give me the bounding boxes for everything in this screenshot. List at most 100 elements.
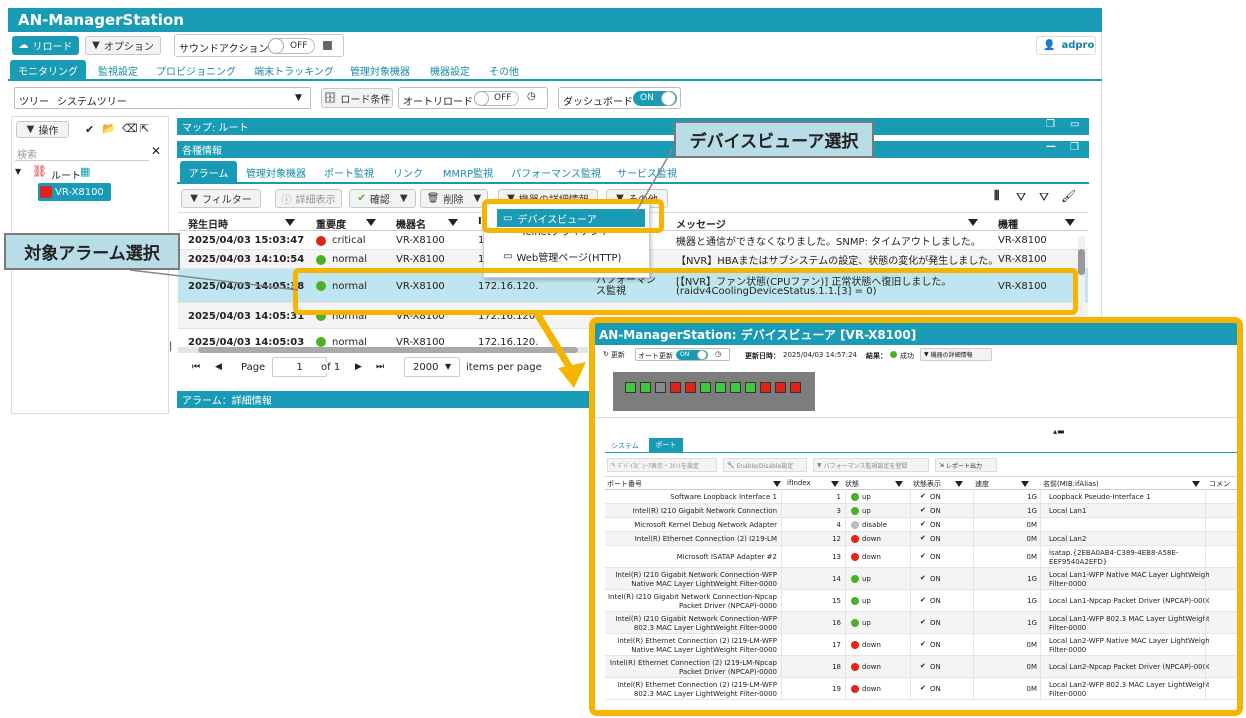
column-divider [781, 546, 782, 568]
column-divider [973, 568, 974, 590]
check-icon: ✔ [920, 640, 926, 648]
port-led[interactable] [790, 382, 801, 393]
port-status-dot [851, 553, 859, 561]
column-divider [781, 678, 782, 700]
filter-icon[interactable] [895, 481, 903, 487]
dv-device-detail-button[interactable]: ▼ 機器の詳細情報 [920, 348, 992, 361]
port-row[interactable]: Intel(R) Ethernet Connection (2) I219-LM… [605, 656, 1237, 678]
port-led[interactable] [700, 382, 711, 393]
clock-icon[interactable]: ◷ [715, 350, 721, 358]
port-led[interactable] [745, 382, 756, 393]
filter-icon[interactable] [773, 481, 781, 487]
column-divider [910, 546, 911, 568]
port-row[interactable]: Intel(R) I210 Gigabit Network Connection… [605, 590, 1237, 612]
port-row[interactable]: Microsoft ISATAP Adapter #2 13 down ✔ ON 0M is… [605, 546, 1237, 568]
port-status-dot [851, 535, 859, 543]
column-divider [910, 656, 911, 678]
dv-tab-port[interactable]: ポート [649, 438, 683, 452]
port-ifindex: 15 [832, 597, 841, 605]
dv-tab-system[interactable]: システム [611, 441, 639, 451]
port-speed: 0M [1026, 685, 1038, 693]
column-divider [845, 656, 846, 678]
export-icon: ⇲ [939, 461, 945, 469]
port-row[interactable]: Intel(R) I210 Gigabit Network Connection… [605, 612, 1237, 634]
dv-refresh-button[interactable]: ↻ 更新 [603, 350, 625, 360]
col-ifindex[interactable]: ifIndex [787, 479, 811, 487]
port-speed: 0M [1026, 663, 1038, 671]
port-led[interactable] [730, 382, 741, 393]
port-ifindex: 18 [832, 663, 841, 671]
col-alias[interactable]: 名前(MIB:ifAlias) [1043, 479, 1099, 489]
dv-action-perf[interactable]: ▼ パフォーマンス監視設定を登録 [813, 458, 929, 472]
port-led[interactable] [655, 382, 666, 393]
column-divider [910, 590, 911, 612]
filter-icon[interactable] [1021, 481, 1029, 487]
column-divider [973, 678, 974, 700]
port-status-dot [851, 507, 859, 515]
port-leds [625, 382, 801, 394]
port-status: down [862, 685, 881, 693]
port-display: ON [930, 575, 941, 583]
col-port-name[interactable]: ポート番号 [607, 479, 642, 489]
port-led[interactable] [685, 382, 696, 393]
column-divider [781, 568, 782, 590]
port-ifindex: 14 [832, 575, 841, 583]
port-status-dot [851, 663, 859, 671]
port-alias-line2: Filter-0000 [1049, 689, 1087, 698]
column-divider [845, 518, 846, 532]
col-status-display[interactable]: 状態表示 [913, 479, 941, 489]
port-row[interactable]: Intel(R) I210 Gigabit Network Connection… [605, 504, 1237, 518]
col-speed[interactable]: 速度 [975, 479, 989, 489]
port-led[interactable] [715, 382, 726, 393]
column-divider [845, 568, 846, 590]
port-display: ON [930, 619, 941, 627]
column-divider [1205, 504, 1206, 518]
port-status: down [862, 535, 881, 543]
col-comment[interactable]: コメン [1209, 479, 1230, 489]
port-ifindex: 17 [832, 641, 841, 649]
column-divider [1040, 546, 1041, 568]
column-divider [781, 590, 782, 612]
port-row[interactable]: Intel(R) I210 Gigabit Network Connection… [605, 568, 1237, 590]
filter-icon[interactable] [955, 481, 963, 487]
port-led[interactable] [640, 382, 651, 393]
port-status: up [862, 507, 871, 515]
filter-icon[interactable] [1192, 481, 1200, 487]
port-alias-line2: EEF9540A2EFD} [1049, 557, 1108, 566]
port-name: Intel(R) Ethernet Connection (2) I219-LM [634, 535, 777, 543]
port-status: down [862, 553, 881, 561]
dv-status: 更新日時： 2025/04/03 14:57:24 結果： 成功 [745, 351, 915, 360]
caret-down-icon: ▼ [817, 461, 822, 469]
port-row[interactable]: Intel(R) Ethernet Connection (2) I219-LM… [605, 532, 1237, 546]
port-led[interactable] [775, 382, 786, 393]
port-name: Software Loopback Interface 1 [670, 493, 777, 501]
check-icon: ✔ [920, 662, 926, 670]
dv-action-comment[interactable]: ✎ ﾃﾞﾊﾞｲｽﾋﾞｭｰｱ表示・ｺﾒﾝﾄを設定 [607, 458, 717, 472]
port-row[interactable]: Microsoft Kernel Debug Network Adapter 4 d… [605, 518, 1237, 532]
column-divider [1205, 568, 1206, 590]
dv-splitter-icon[interactable]: ▴▬ [1053, 427, 1065, 436]
port-row[interactable]: Intel(R) Ethernet Connection (2) I219-LM… [605, 678, 1237, 700]
column-divider [845, 490, 846, 504]
column-divider [910, 568, 911, 590]
column-divider [1205, 532, 1206, 546]
port-led[interactable] [760, 382, 771, 393]
port-name-line2: 802.3 MAC Layer LightWeight Filter-0000 [633, 623, 777, 632]
column-divider [910, 634, 911, 656]
port-row[interactable]: Intel(R) Ethernet Connection (2) I219-LM… [605, 634, 1237, 656]
column-divider [1040, 678, 1041, 700]
dv-action-report[interactable]: ⇲ レポート出力 [935, 458, 997, 472]
port-led[interactable] [670, 382, 681, 393]
dv-action-enable[interactable]: 🔧 Enable/Disable設定 [723, 458, 807, 472]
port-row[interactable]: Software Loopback Interface 1 1 up ✔ ON 1G Loo… [605, 490, 1237, 504]
wrench-icon: 🔧 [727, 461, 735, 469]
check-icon: ✔ [920, 492, 926, 500]
port-status-dot [851, 493, 859, 501]
dv-auto-toggle[interactable]: ON [676, 350, 708, 360]
col-status[interactable]: 状態 [845, 479, 859, 489]
port-alias-line2: Filter-0000 [1049, 579, 1087, 588]
filter-icon[interactable] [831, 481, 839, 487]
port-led[interactable] [625, 382, 636, 393]
port-alias: Local Lan1 [1049, 507, 1087, 515]
column-divider [781, 490, 782, 504]
